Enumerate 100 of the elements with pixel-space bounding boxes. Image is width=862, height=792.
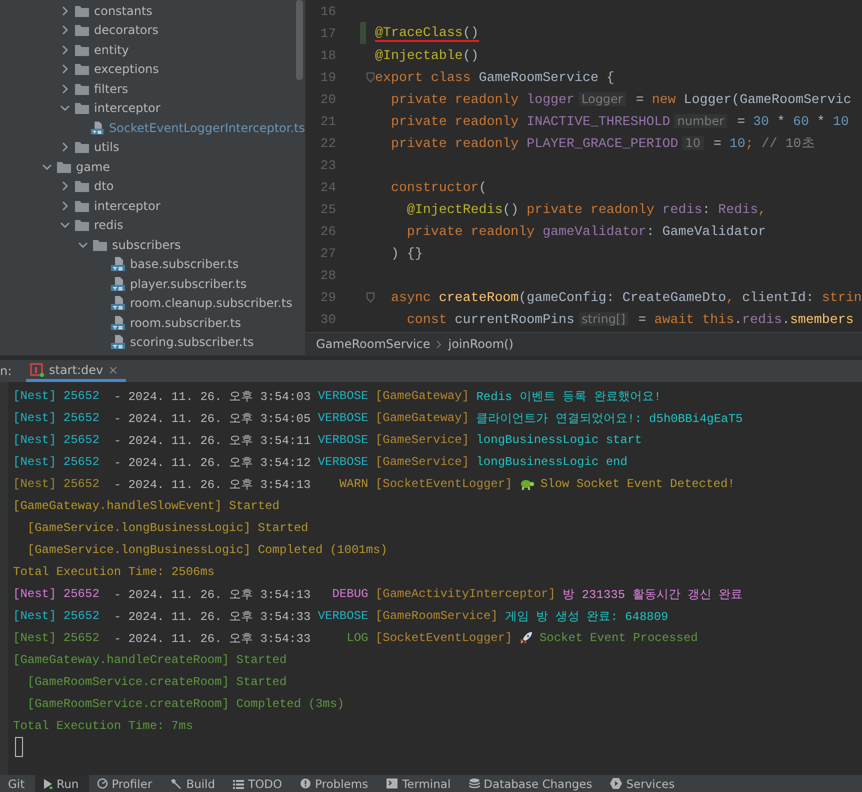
log-line: [GameService.longBusinessLogic] Completed (1001ms) xyxy=(26,543,388,557)
chevron-down-icon[interactable] xyxy=(60,220,70,230)
tool-window-tab[interactable]: Profiler xyxy=(88,775,162,792)
chevron-right-icon[interactable] xyxy=(60,6,70,16)
chevron-right-icon[interactable] xyxy=(60,44,70,55)
folder-icon xyxy=(74,140,90,154)
folder-icon xyxy=(74,101,90,116)
tool-window-tab[interactable]: TODO xyxy=(225,775,292,792)
log-message: Redis 이벤트 등록 완료했어요! xyxy=(476,388,662,404)
folder-label[interactable]: game xyxy=(76,160,110,174)
line-number: 19 xyxy=(319,70,336,84)
file-label[interactable]: room.subscriber.ts xyxy=(130,316,242,330)
folder-label[interactable]: subscribers xyxy=(112,238,181,252)
chevron-right-icon[interactable] xyxy=(60,200,70,211)
folder-label[interactable]: decorators xyxy=(94,23,158,38)
folder-label[interactable]: interceptor xyxy=(94,101,160,116)
scrollbar-thumb[interactable] xyxy=(296,0,303,80)
code-line: constructor( xyxy=(390,180,487,194)
tool-window-tab[interactable]: Problems xyxy=(292,775,378,792)
log-message: longBusinessLogic start xyxy=(476,433,642,447)
log-message: 방 231335 활동시간 갱신 완료 xyxy=(562,586,743,602)
chevron-right-icon[interactable] xyxy=(60,142,70,152)
typescript-file-icon xyxy=(110,334,126,350)
log-timestamp: - 2024. 11. 26. 오후 3:54:13 xyxy=(114,586,311,602)
tool-window-tab[interactable]: Terminal xyxy=(378,775,461,792)
chevron-right-icon[interactable] xyxy=(60,84,70,94)
tool-window-tab[interactable]: Git xyxy=(0,775,35,792)
folder-icon xyxy=(74,198,90,213)
line-number: 29 xyxy=(319,290,336,304)
rocket-icon xyxy=(519,631,534,645)
line-number: 25 xyxy=(319,202,336,216)
folder-label[interactable]: interceptor xyxy=(94,198,160,213)
tool-window-tab[interactable]: Run xyxy=(34,775,89,792)
log-context: [SocketEventLogger] xyxy=(375,477,512,491)
log-level: VERBOSE xyxy=(318,433,368,447)
typescript-file-icon xyxy=(110,314,126,331)
log-context: [GameActivityInterceptor] xyxy=(375,587,556,601)
typescript-file-icon xyxy=(110,276,126,292)
log-level: DEBUG xyxy=(331,587,368,601)
code-line: ) {} xyxy=(390,246,423,260)
log-level: VERBOSE xyxy=(318,609,368,623)
folder-label[interactable]: constants xyxy=(94,4,152,18)
typescript-file-icon xyxy=(110,256,126,272)
folder-icon xyxy=(74,82,90,96)
breadcrumb-item[interactable]: joinRoom() xyxy=(448,337,514,351)
log-line: [GameRoomService.createRoom] Started xyxy=(26,675,287,689)
log-context: [GameService] xyxy=(375,455,470,469)
folder-icon xyxy=(74,179,90,194)
log-line: [GameService.longBusinessLogic] Started xyxy=(26,521,308,535)
log-context: [GameGateway] xyxy=(375,411,470,425)
folder-icon xyxy=(74,62,90,76)
line-number: 20 xyxy=(319,92,336,106)
tool-window-tab[interactable]: Services xyxy=(602,775,685,792)
log-prefix: [Nest] 25652 xyxy=(13,587,100,601)
log-level: VERBOSE xyxy=(318,411,368,425)
chevron-right-icon[interactable] xyxy=(60,25,70,36)
file-label[interactable]: room.cleanup.subscriber.ts xyxy=(130,296,292,310)
log-level: VERBOSE xyxy=(318,455,368,469)
turtle-icon xyxy=(519,478,534,490)
folder-label[interactable]: redis xyxy=(94,218,124,232)
typescript-file-icon xyxy=(90,120,105,136)
line-number: 22 xyxy=(319,136,336,150)
breadcrumb-item[interactable]: GameRoomService xyxy=(316,337,430,351)
tool-window-tab[interactable]: Database Changes xyxy=(460,775,602,792)
file-label[interactable]: scoring.subscriber.ts xyxy=(130,335,254,350)
line-number: 18 xyxy=(319,48,336,62)
file-label[interactable]: SocketEventLoggerInterceptor.ts xyxy=(108,120,305,135)
code-line: @Injectable() xyxy=(375,48,479,62)
log-timestamp: - 2024. 11. 26. 오후 3:54:11 xyxy=(114,432,311,448)
file-label[interactable]: player.subscriber.ts xyxy=(130,276,247,291)
log-level: LOG xyxy=(346,631,368,645)
chevron-down-icon[interactable] xyxy=(78,240,88,250)
fold-icon[interactable] xyxy=(366,72,375,82)
file-label[interactable]: base.subscriber.ts xyxy=(130,257,239,272)
chevron-down-icon[interactable] xyxy=(42,162,52,172)
chevron-right-icon[interactable] xyxy=(60,181,70,192)
chevron-down-icon[interactable] xyxy=(60,103,70,114)
log-timestamp: - 2024. 11. 26. 오후 3:54:33 xyxy=(114,608,311,624)
panel-label: n: xyxy=(0,364,13,378)
folder-label[interactable]: entity xyxy=(94,42,129,57)
folder-label[interactable]: utils xyxy=(94,140,120,154)
folder-label[interactable]: dto xyxy=(94,179,114,194)
folder-label[interactable]: filters xyxy=(94,82,128,96)
tool-window-tab[interactable]: Build xyxy=(162,775,226,792)
folder-label[interactable]: exceptions xyxy=(94,62,159,76)
log-prefix: [Nest] 25652 xyxy=(13,631,100,645)
code-line: private readonly PLAYER_GRACE_PERIOD 10 = 10; // 10초 xyxy=(390,134,814,152)
code-line: private readonly gameValidator: GameValidator xyxy=(406,224,766,238)
line-number: 21 xyxy=(319,114,336,128)
hammer-icon xyxy=(170,778,182,789)
folder-icon xyxy=(56,160,72,174)
code-line: @InjectRedis() private readonly redis: Redis, xyxy=(406,202,766,216)
underlined-code-line: @TraceClass() xyxy=(375,24,479,42)
alert-icon xyxy=(300,778,312,789)
chevron-right-icon[interactable] xyxy=(60,64,70,74)
log-line: [GameGateway.handleSlowEvent] Started xyxy=(13,499,280,513)
folder-icon xyxy=(74,4,90,18)
log-timestamp: - 2024. 11. 26. 오후 3:54:33 xyxy=(114,630,311,646)
fold-icon[interactable] xyxy=(366,292,375,302)
close-button[interactable]: × xyxy=(108,362,118,376)
